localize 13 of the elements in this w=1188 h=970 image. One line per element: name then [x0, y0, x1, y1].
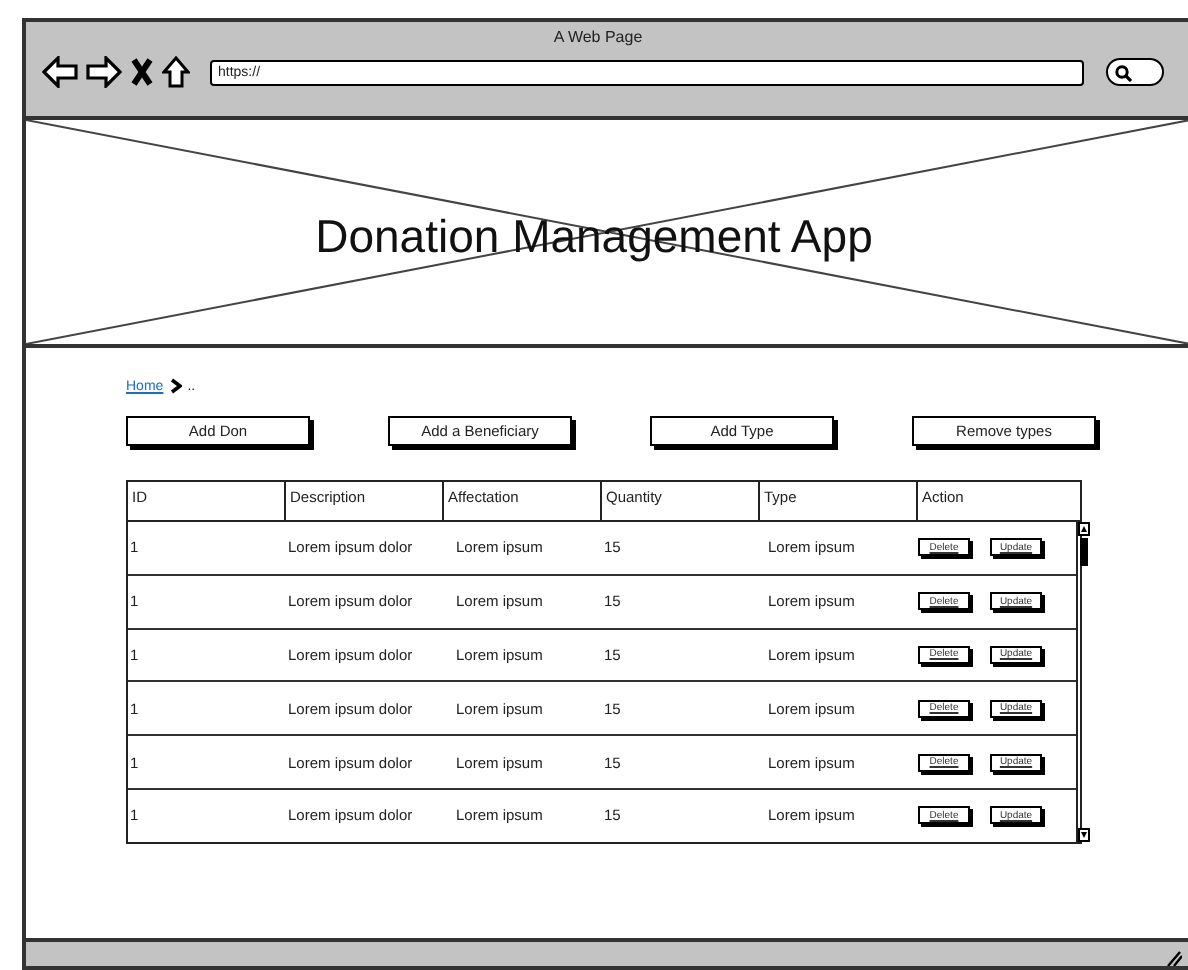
resize-grip-icon[interactable]: [1162, 950, 1182, 966]
search-field[interactable]: [1106, 58, 1164, 86]
close-icon[interactable]: [130, 58, 154, 86]
scroll-thumb[interactable]: [1080, 538, 1088, 566]
home-icon[interactable]: [162, 56, 190, 88]
chevron-icon: [169, 378, 182, 394]
scroll-down-icon[interactable]: [1078, 827, 1090, 842]
search-icon: [1114, 63, 1132, 81]
back-icon[interactable]: [42, 56, 78, 88]
scrollbar[interactable]: [1076, 522, 1090, 842]
scroll-up-icon[interactable]: [1078, 522, 1090, 536]
forward-icon[interactable]: [86, 56, 122, 88]
window-title: A Web Page: [551, 26, 645, 46]
